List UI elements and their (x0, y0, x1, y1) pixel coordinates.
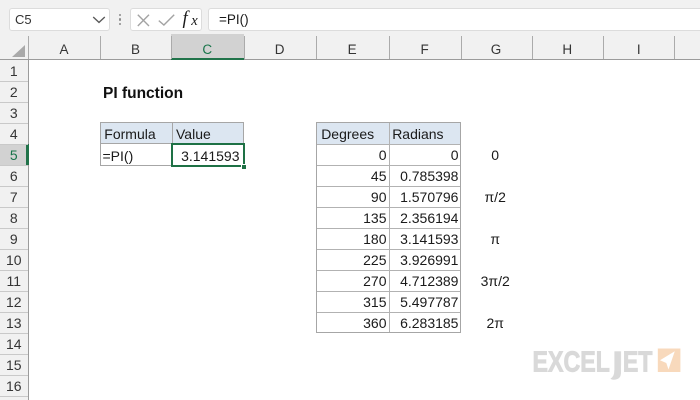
svg-text:EXCELJET: EXCELJET (533, 346, 653, 378)
